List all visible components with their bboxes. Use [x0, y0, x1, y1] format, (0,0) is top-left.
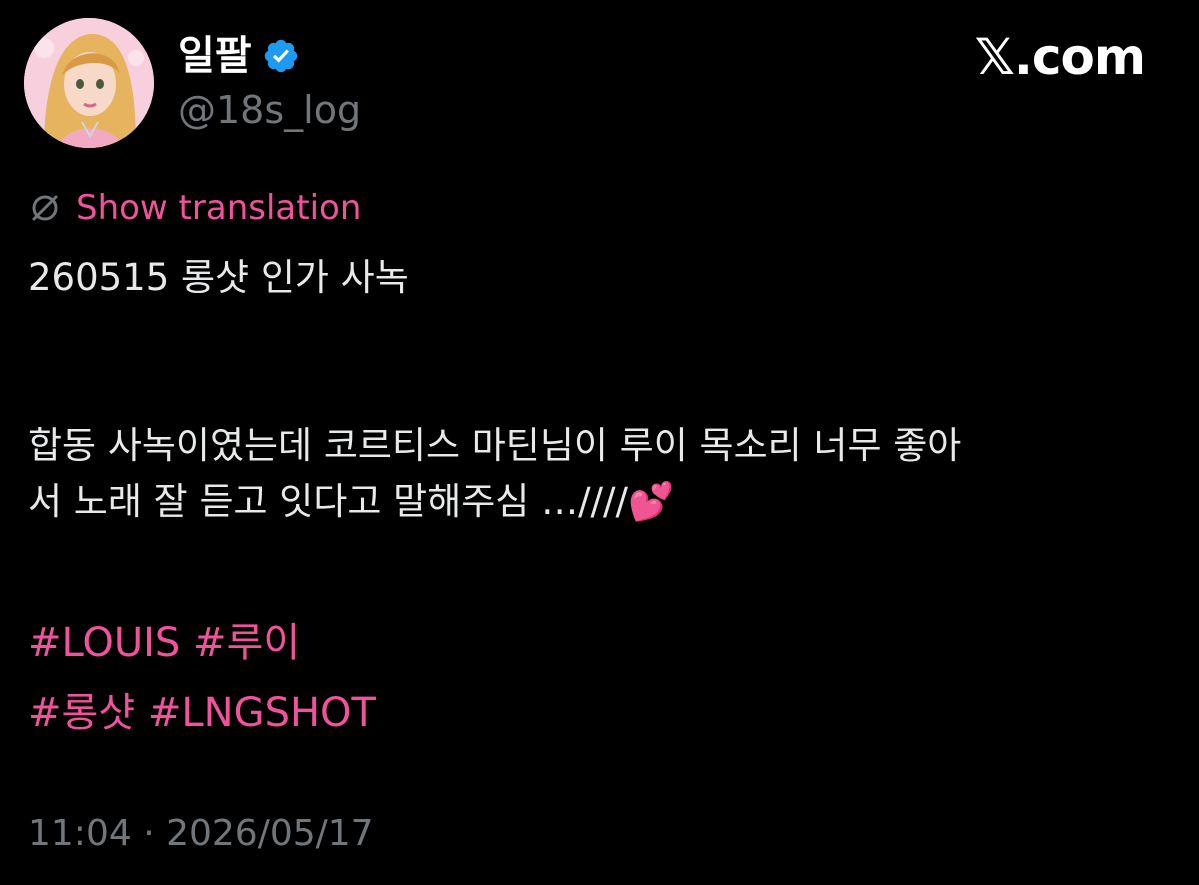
verified-badge-icon: [262, 37, 300, 75]
hashtag-row: #LOUIS #루이: [28, 608, 376, 678]
author-name-row: 일팔: [178, 30, 300, 82]
author-handle[interactable]: @18s_log: [178, 88, 361, 134]
translate-globe-icon: [28, 191, 62, 225]
hashtag-longshot[interactable]: #롱샷: [28, 690, 135, 736]
hashtag-rui[interactable]: #루이: [193, 620, 300, 666]
avatar[interactable]: [24, 18, 154, 148]
tweet-line: 서 노래 잘 듣고 잇다고 말해주심 …////💕: [28, 480, 675, 523]
show-translation-label[interactable]: Show translation: [76, 188, 361, 228]
hashtag-row: #롱샷 #LNGSHOT: [28, 678, 376, 748]
tweet-line: 합동 사녹이였는데 코르티스 마틴님이 루이 목소리 너무 좋아: [28, 424, 962, 467]
hashtag-list: #LOUIS #루이 #롱샷 #LNGSHOT: [28, 608, 376, 748]
brand-logo: 𝕏.com: [974, 28, 1146, 86]
tweet-text: 260515 롱샷 인가 사녹 합동 사녹이였는데 코르티스 마틴님이 루이 목…: [28, 250, 1178, 530]
author-display-name[interactable]: 일팔: [178, 36, 252, 76]
post-timestamp[interactable]: 11:04 · 2026/05/17: [28, 812, 374, 855]
avatar-illustration: [24, 18, 154, 148]
tweet-line: 260515 롱샷 인가 사녹: [28, 256, 409, 299]
hashtag-lngshot[interactable]: #LNGSHOT: [148, 690, 376, 736]
hashtag-louis[interactable]: #LOUIS: [28, 620, 180, 666]
show-translation-button[interactable]: Show translation: [28, 186, 361, 230]
